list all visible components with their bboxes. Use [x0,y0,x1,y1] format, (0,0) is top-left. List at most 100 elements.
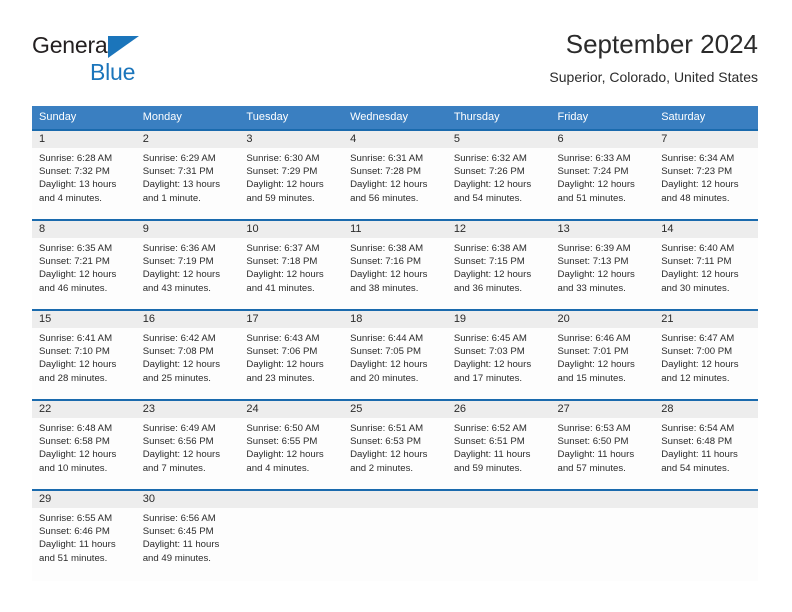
sunrise-text: Sunrise: 6:44 AM [350,332,424,344]
sunset-text: Sunset: 6:46 PM [39,526,110,538]
sunset-text: Sunset: 7:28 PM [350,166,422,178]
calendar-day-cell-empty [550,490,655,581]
calendar-day-cell[interactable]: 6 Sunrise: 6:33 AM Sunset: 7:24 PM Daylight… [550,130,655,219]
daylight-text: Daylight: 12 hours and 48 minutes. [661,179,739,204]
calendar-day-cell[interactable]: 17 Sunrise: 6:43 AM Sunset: 7:06 PM Dayligh… [239,310,344,399]
calendar-day-cell[interactable]: 25 Sunrise: 6:51 AM Sunset: 6:53 PM Dayligh… [343,400,447,489]
day-info: Sunrise: 6:29 AM Sunset: 7:31 PM Daylight:… [136,148,240,205]
day-info: Sunrise: 6:55 AM Sunset: 6:46 PM Daylight:… [32,508,136,565]
calendar-day-cell[interactable]: 10 Sunrise: 6:37 AM Sunset: 7:18 PM Dayligh… [239,220,344,309]
day-number [239,490,344,508]
calendar-day-cell[interactable]: 24 Sunrise: 6:50 AM Sunset: 6:55 PM Dayligh… [239,400,344,489]
calendar-day-cell[interactable]: 3 Sunrise: 6:30 AM Sunset: 7:29 PM Daylight… [239,130,344,219]
sunrise-text: Sunrise: 6:39 AM [557,242,631,254]
daylight-text: Daylight: 11 hours and 57 minutes. [557,449,635,474]
sunrise-text: Sunrise: 6:30 AM [246,152,320,164]
daylight-text: Daylight: 11 hours and 49 minutes. [142,539,220,564]
brand-logo-top: General [32,34,139,59]
calendar-day-cell[interactable]: 22 Sunrise: 6:48 AM Sunset: 6:58 PM Dayligh… [32,400,136,489]
daylight-text: Daylight: 12 hours and 10 minutes. [39,449,117,474]
daylight-text: Daylight: 12 hours and 23 minutes. [246,359,324,384]
sunset-text: Sunset: 6:58 PM [39,436,110,448]
calendar-day-cell[interactable]: 2 Sunrise: 6:29 AM Sunset: 7:31 PM Daylight… [135,130,240,219]
brand-triangle-icon [108,36,139,58]
calendar-day-cell[interactable]: 29 Sunrise: 6:55 AM Sunset: 6:46 PM Dayligh… [32,490,136,581]
sunrise-text: Sunrise: 6:48 AM [39,422,113,434]
calendar-day-cell[interactable]: 21 Sunrise: 6:47 AM Sunset: 7:00 PM Dayligh… [654,310,758,399]
calendar-day-cell-empty [239,490,344,581]
day-info: Sunrise: 6:54 AM Sunset: 6:48 PM Daylight:… [654,418,758,475]
day-number: 25 [343,400,447,418]
sunset-text: Sunset: 7:31 PM [142,166,214,178]
calendar-day-cell[interactable]: 15 Sunrise: 6:41 AM Sunset: 7:10 PM Dayligh… [32,310,136,399]
daylight-text: Daylight: 12 hours and 36 minutes. [453,269,532,294]
calendar-day-cell[interactable]: 27 Sunrise: 6:53 AM Sunset: 6:50 PM Dayligh… [550,400,655,489]
day-number: 2 [135,130,240,148]
calendar-day-cell[interactable]: 26 Sunrise: 6:52 AM Sunset: 6:51 PM Dayligh… [446,400,551,489]
brand-logo[interactable]: General Blue [32,34,139,84]
day-info: Sunrise: 6:48 AM Sunset: 6:58 PM Daylight:… [32,418,136,475]
calendar-day-cell[interactable]: 5 Sunrise: 6:32 AM Sunset: 7:26 PM Daylight… [446,130,551,219]
calendar-day-cell[interactable]: 14 Sunrise: 6:40 AM Sunset: 7:11 PM Dayligh… [654,220,758,309]
calendar-day-cell[interactable]: 23 Sunrise: 6:49 AM Sunset: 6:56 PM Dayligh… [135,400,240,489]
sunrise-text: Sunrise: 6:54 AM [661,422,735,434]
weekday-header-friday: Friday [557,111,589,123]
sunrise-text: Sunrise: 6:47 AM [661,332,735,344]
sunrise-text: Sunrise: 6:56 AM [142,512,216,524]
weekday-header-wednesday: Wednesday [350,111,408,123]
calendar-day-cell[interactable]: 13 Sunrise: 6:39 AM Sunset: 7:13 PM Dayligh… [550,220,655,309]
calendar-day-cell[interactable]: 11 Sunrise: 6:38 AM Sunset: 7:16 PM Dayligh… [343,220,447,309]
calendar-day-cell[interactable]: 20 Sunrise: 6:46 AM Sunset: 7:01 PM Dayligh… [550,310,655,399]
calendar-day-cell[interactable]: 19 Sunrise: 6:45 AM Sunset: 7:03 PM Dayligh… [446,310,551,399]
daylight-text: Daylight: 12 hours and 25 minutes. [142,359,221,384]
day-info: Sunrise: 6:42 AM Sunset: 7:08 PM Daylight:… [136,328,240,385]
daylight-text: Daylight: 12 hours and 7 minutes. [142,449,221,474]
day-number: 10 [239,220,344,238]
calendar-day-cell[interactable]: 30 Sunrise: 6:56 AM Sunset: 6:45 PM Dayligh… [135,490,240,581]
calendar-day-cell[interactable]: 16 Sunrise: 6:42 AM Sunset: 7:08 PM Dayligh… [135,310,240,399]
sunset-text: Sunset: 6:55 PM [246,436,318,448]
calendar-week-row: 15 Sunrise: 6:41 AM Sunset: 7:10 PM Dayligh… [32,308,758,399]
daylight-text: Daylight: 12 hours and 4 minutes. [246,449,324,474]
daylight-text: Daylight: 12 hours and 28 minutes. [39,359,117,384]
calendar-day-cell[interactable]: 18 Sunrise: 6:44 AM Sunset: 7:05 PM Dayligh… [343,310,447,399]
sunrise-text: Sunrise: 6:42 AM [142,332,216,344]
daylight-text: Daylight: 12 hours and 38 minutes. [350,269,428,294]
calendar-day-cell[interactable]: 8 Sunrise: 6:35 AM Sunset: 7:21 PM Daylight… [32,220,136,309]
sunset-text: Sunset: 7:24 PM [557,166,629,178]
calendar-day-cell-empty [343,490,447,581]
sunset-text: Sunset: 6:45 PM [142,526,214,538]
sunset-text: Sunset: 6:51 PM [453,436,525,448]
day-info: Sunrise: 6:33 AM Sunset: 7:24 PM Daylight:… [551,148,655,205]
day-number: 30 [135,490,240,508]
day-info: Sunrise: 6:53 AM Sunset: 6:50 PM Daylight:… [551,418,655,475]
calendar-day-cell[interactable]: 28 Sunrise: 6:54 AM Sunset: 6:48 PM Dayligh… [654,400,758,489]
sunrise-text: Sunrise: 6:52 AM [453,422,527,434]
day-info: Sunrise: 6:46 AM Sunset: 7:01 PM Daylight:… [551,328,655,385]
daylight-text: Daylight: 12 hours and 17 minutes. [453,359,532,384]
calendar-day-cell[interactable]: 12 Sunrise: 6:38 AM Sunset: 7:15 PM Dayligh… [446,220,551,309]
weekday-header-thursday: Thursday [453,111,500,123]
page-header: General Blue September 2024 Superior, Co… [0,0,792,98]
day-number: 9 [135,220,240,238]
sunrise-text: Sunrise: 6:37 AM [246,242,320,254]
sunrise-text: Sunrise: 6:46 AM [557,332,631,344]
day-info: Sunrise: 6:32 AM Sunset: 7:26 PM Daylight:… [447,148,551,205]
day-info: Sunrise: 6:38 AM Sunset: 7:16 PM Daylight:… [343,238,447,295]
sunset-text: Sunset: 7:26 PM [453,166,525,178]
daylight-text: Daylight: 12 hours and 46 minutes. [39,269,117,294]
day-info: Sunrise: 6:45 AM Sunset: 7:03 PM Daylight:… [447,328,551,385]
calendar-page: General Blue September 2024 Superior, Co… [0,0,792,612]
calendar-day-cell[interactable]: 4 Sunrise: 6:31 AM Sunset: 7:28 PM Daylight… [343,130,447,219]
day-info: Sunrise: 6:44 AM Sunset: 7:05 PM Daylight:… [343,328,447,385]
day-number: 27 [550,400,655,418]
calendar-day-cell[interactable]: 7 Sunrise: 6:34 AM Sunset: 7:23 PM Daylight… [654,130,758,219]
day-info: Sunrise: 6:49 AM Sunset: 6:56 PM Daylight:… [136,418,240,475]
sunrise-text: Sunrise: 6:38 AM [350,242,424,254]
sunset-text: Sunset: 7:15 PM [453,256,525,268]
calendar-day-cell[interactable]: 9 Sunrise: 6:36 AM Sunset: 7:19 PM Daylight… [135,220,240,309]
sunset-text: Sunset: 6:56 PM [142,436,214,448]
sunset-text: Sunset: 7:01 PM [557,346,629,358]
day-info: Sunrise: 6:34 AM Sunset: 7:23 PM Daylight:… [654,148,758,205]
calendar-day-cell[interactable]: 1 Sunrise: 6:28 AM Sunset: 7:32 PM Daylight… [32,130,136,219]
